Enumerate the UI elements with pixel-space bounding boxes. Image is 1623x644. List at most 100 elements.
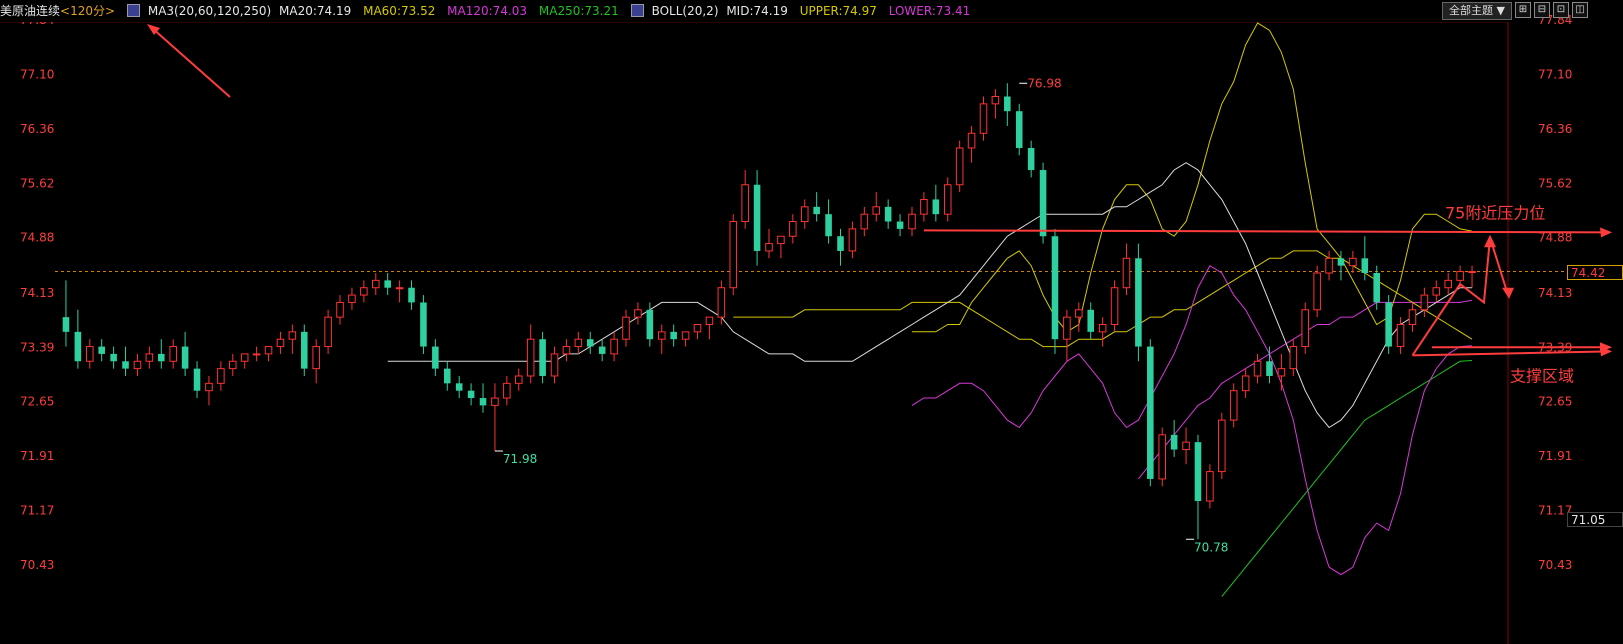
candle-body-up: [991, 95, 1000, 105]
candlestick-chart[interactable]: 77.8477.8477.1077.1076.3676.3675.6275.62…: [0, 0, 1623, 644]
expand-button[interactable]: ⊞: [1515, 2, 1531, 18]
candle-body-up: [777, 235, 785, 245]
boll-indicator-icon[interactable]: [630, 4, 644, 17]
candle-body-up: [1229, 390, 1238, 421]
candle-body-down: [753, 184, 761, 251]
extreme-label: 70.78: [1194, 540, 1228, 554]
candle-body-down: [1170, 434, 1178, 450]
candle-body-down: [408, 287, 415, 303]
y-axis-tick-right: 75.62: [1538, 176, 1572, 190]
candle-body-up: [324, 316, 332, 348]
candle-body-down: [301, 331, 308, 369]
candle-body-down: [384, 280, 391, 288]
candle-body-up: [1396, 323, 1405, 348]
candle-body-up: [348, 294, 356, 303]
candle-body-down: [1147, 346, 1154, 479]
candle-body-up: [967, 132, 976, 149]
candle-body-down: [181, 346, 189, 369]
candle-body-down: [1337, 258, 1345, 266]
candle-body-up: [1277, 368, 1286, 377]
y-axis-tick-right: 77.10: [1538, 67, 1572, 81]
ma-label: MA3(20,60,120,250): [147, 4, 272, 18]
candle-body-up: [1182, 441, 1190, 451]
candle-body-up: [860, 213, 869, 230]
candle-body-down: [586, 339, 594, 347]
candle-body-up: [705, 316, 714, 325]
pointer-arrow: [151, 27, 231, 98]
boll-mid-value: MID:74.19: [726, 4, 788, 18]
y-axis-tick-right: 71.91: [1538, 449, 1572, 463]
candle-body-down: [110, 353, 117, 362]
candle-body-down: [122, 361, 129, 369]
candle-body-down: [825, 214, 832, 237]
y-axis-tick-right: 74.13: [1538, 286, 1572, 300]
candle-body-up: [1110, 287, 1119, 325]
candle-body-up: [133, 360, 142, 370]
candle-body-up: [217, 368, 225, 384]
boll-upper-line: [912, 22, 1473, 333]
current-price-tag: 74.42: [1567, 264, 1623, 280]
tile-button[interactable]: ⊡: [1553, 2, 1569, 18]
candle-body-up: [503, 382, 511, 399]
candle-body-up: [765, 243, 773, 252]
extreme-label: 71.98: [503, 452, 537, 466]
candle-body-up: [634, 309, 642, 318]
candle-body-up: [240, 353, 249, 362]
ma20-value: MA20:74.19: [279, 4, 352, 18]
y-axis-tick-left: 70.43: [20, 558, 54, 572]
y-axis-tick-left: 73.39: [20, 340, 54, 354]
candle-body-up: [1206, 471, 1214, 502]
candle-body-down: [1087, 309, 1095, 332]
y-axis-tick-left: 75.62: [20, 176, 54, 190]
y-axis-tick-right: 76.36: [1538, 122, 1572, 136]
candle-body-down: [1135, 258, 1142, 347]
candle-body-down: [837, 236, 844, 251]
ma120-value: MA120:74.03: [447, 4, 528, 18]
ma60-value: MA60:73.52: [363, 4, 436, 18]
candle-body-up: [657, 331, 666, 340]
candle-body-down: [670, 331, 677, 340]
candle-body-up: [979, 103, 988, 134]
candle-body-up: [1456, 271, 1464, 281]
resistance-arrowhead: [1600, 227, 1612, 238]
candle-body-up: [312, 346, 320, 370]
candle-body-up: [491, 397, 499, 406]
restore-button[interactable]: ⊟: [1534, 2, 1550, 18]
candle-body-up: [789, 221, 797, 237]
period-label[interactable]: <120分>: [60, 4, 115, 18]
resistance-label: 75附近压力位: [1445, 203, 1545, 222]
candle-body-down: [896, 221, 904, 229]
y-axis-tick-left: 76.36: [20, 122, 54, 136]
candle-body-up: [395, 287, 404, 290]
candle-body-up: [741, 184, 749, 223]
candle-body-down: [539, 339, 546, 376]
candle-body-up: [717, 287, 726, 318]
candle-body-down: [1027, 147, 1035, 171]
candle-body-down: [1361, 258, 1369, 274]
indicator-header: 美原油连续<120分> MA3(20,60,120,250) MA20:74.1…: [0, 0, 1530, 22]
ma-indicator-icon[interactable]: [126, 4, 140, 17]
candle-body-down: [598, 346, 606, 354]
candle-body-up: [550, 353, 559, 377]
ma250-line: [1221, 360, 1473, 597]
candle-body-up: [908, 213, 916, 230]
boll-label: BOLL(20,2): [651, 4, 719, 18]
candle-body-up: [800, 206, 809, 223]
candle-body-up: [1253, 360, 1262, 377]
boll-lower-value: LOWER:73.41: [888, 4, 971, 18]
support-line: [1412, 350, 1611, 357]
candle-body-down: [932, 199, 940, 215]
layout-button[interactable]: ◫: [1572, 2, 1588, 18]
candle-body-down: [420, 302, 427, 347]
forecast-arrowhead-down: [1502, 287, 1515, 299]
candle-body-up: [526, 338, 535, 377]
candle-body-down: [1194, 442, 1202, 502]
candle-body-down: [1051, 236, 1059, 340]
candle-body-down: [646, 309, 654, 340]
candle-body-up: [955, 147, 964, 186]
y-axis-tick-left: 72.65: [20, 395, 54, 409]
candle-body-up: [1098, 323, 1107, 333]
candle-body-up: [1444, 279, 1452, 289]
candle-body-down: [158, 353, 165, 362]
theme-select-button[interactable]: 全部主题 ▼: [1442, 2, 1512, 20]
